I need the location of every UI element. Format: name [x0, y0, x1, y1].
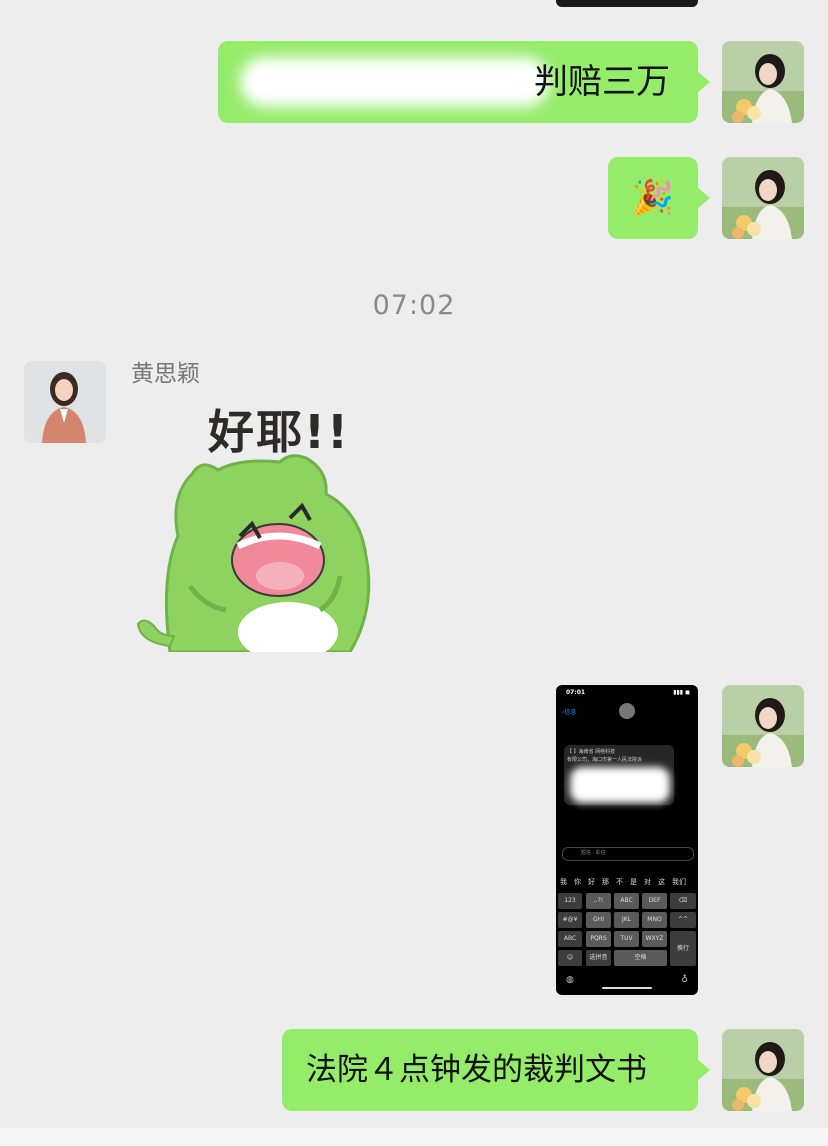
back-button[interactable]: ‹信息 [562, 707, 576, 716]
contact-avatar[interactable] [24, 361, 106, 443]
message-input[interactable]: 短信 · 彩信 [562, 847, 694, 861]
contact-icon [619, 703, 635, 719]
message-text: 法院４点钟发的裁判文书 [306, 1052, 647, 1088]
redacted-text [570, 767, 670, 803]
self-avatar[interactable] [722, 685, 804, 767]
status-time: 07:01 [566, 689, 586, 696]
emoji-key[interactable]: ☺ [558, 950, 582, 966]
back-label: 信息 [564, 709, 577, 716]
candidate-word[interactable]: 对 [644, 877, 651, 887]
timestamp: 07:02 [372, 290, 456, 321]
key[interactable]: TUV [614, 931, 639, 947]
key[interactable]: ABC [614, 893, 639, 909]
key[interactable]: WXYZ [642, 931, 667, 947]
signal-icon: ▮▮▮ ◼ [673, 689, 690, 696]
key[interactable]: 选拼音 [586, 950, 611, 966]
candidate-word[interactable]: 好 [588, 877, 595, 887]
key[interactable]: GHI [586, 912, 611, 928]
message-text: 判赔三万 [534, 62, 670, 102]
candidate-word[interactable]: 你 [574, 877, 581, 887]
previous-message-fragment [556, 0, 698, 7]
key[interactable]: DEF [642, 893, 667, 909]
key[interactable]: ,.?! [586, 893, 611, 909]
globe-icon[interactable]: ◍ [566, 975, 574, 985]
sms-line: 【 】海南省 网络科技 [567, 749, 616, 755]
sms-line: 有限公司，海口市第一人民法院诉 [567, 757, 643, 763]
candidate-word[interactable]: 不 [616, 877, 623, 887]
message-bubble-court-document[interactable]: 法院４点钟发的裁判文书 [282, 1029, 710, 1111]
backspace-key[interactable]: ⌫ [670, 893, 696, 909]
candidate-word[interactable]: 那 [602, 877, 609, 887]
candidate-word[interactable]: 我们 [672, 877, 686, 887]
keyboard-row: #@¥ GHI JKL MNO ^^ [556, 912, 698, 930]
candidate-word[interactable]: 这 [658, 877, 665, 887]
input-placeholder: 短信 · 彩信 [581, 850, 606, 856]
home-indicator [602, 987, 652, 989]
keyboard-row: 123 ,.?! ABC DEF ⌫ [556, 893, 698, 911]
message-bubble-verdict[interactable]: 判赔三万 [218, 41, 710, 123]
space-key[interactable]: 空格 [614, 950, 667, 966]
redacted-text [240, 57, 550, 107]
keyboard-row: ABC PQRS TUV WXYZ 换行 [556, 931, 698, 966]
key[interactable]: ^^ [670, 912, 696, 928]
keyboard-row: ☺ 选拼音 空格 [556, 950, 698, 968]
sender-name: 黄思颖 [131, 361, 200, 387]
key[interactable]: JKL [614, 912, 639, 928]
key[interactable]: MNO [642, 912, 667, 928]
self-avatar[interactable] [722, 41, 804, 123]
candidate-bar: 我 你 好 那 不 是 对 这 我们 [556, 875, 698, 887]
phone-screenshot-image[interactable]: 07:01 ▮▮▮ ◼ ‹信息 【 】海南省 网络科技 有限公司，海口市第一人民… [556, 685, 698, 995]
candidate-word[interactable]: 是 [630, 877, 637, 887]
frog-icon [136, 454, 371, 652]
sms-bubble: 【 】海南省 网络科技 有限公司，海口市第一人民法院诉 [564, 745, 674, 805]
key[interactable]: ABC [558, 931, 582, 947]
key[interactable]: 123 [558, 893, 582, 909]
candidate-word[interactable]: 我 [560, 877, 567, 887]
key[interactable]: #@¥ [558, 912, 582, 928]
key[interactable]: PQRS [586, 931, 611, 947]
party-popper-icon: 🎉 [631, 178, 675, 218]
frog-sticker[interactable]: 好耶!! [130, 396, 390, 652]
self-avatar[interactable] [722, 157, 804, 239]
message-bubble-emoji[interactable]: 🎉 [608, 157, 710, 239]
microphone-icon[interactable]: ♁ [681, 975, 688, 985]
self-avatar[interactable] [722, 1029, 804, 1111]
input-bar-edge [0, 1128, 828, 1146]
